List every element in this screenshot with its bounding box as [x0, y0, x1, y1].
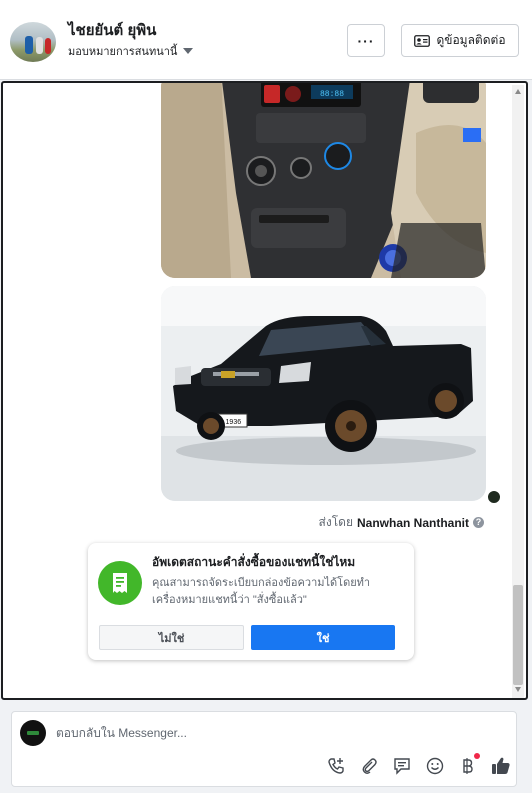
sender-avatar — [487, 490, 501, 504]
message-thread[interactable]: 88:88 ผท 1936 ส่งโดย Nanwhan Nanthanit ?… — [1, 81, 528, 700]
scroll-thumb[interactable] — [513, 585, 523, 685]
view-contact-button[interactable]: ดูข้อมูลติดต่อ — [401, 24, 519, 57]
pickup-truck-image: ผท 1936 — [161, 286, 486, 501]
scroll-down-arrow[interactable] — [515, 687, 521, 692]
info-icon[interactable]: ? — [473, 517, 484, 528]
contact-card-icon — [414, 34, 431, 47]
view-contact-label: ดูข้อมูลติดต่อ — [436, 33, 506, 47]
thread-scrollbar[interactable] — [512, 85, 524, 698]
baht-icon[interactable] — [458, 753, 480, 776]
page-avatar — [20, 720, 46, 746]
scroll-up-arrow[interactable] — [515, 89, 521, 94]
more-options-button[interactable]: ··· — [347, 24, 385, 57]
assign-conversation-dropdown[interactable]: มอบหมายการสนทนานี้ — [68, 42, 194, 60]
order-status-card: อัพเดตสถานะคำสั่งซื้อของแชทนี้ใช่ไหม คุณ… — [88, 543, 414, 660]
sent-by-line: ส่งโดย Nanwhan Nanthanit ? — [319, 513, 484, 532]
phone-add-icon[interactable] — [326, 756, 346, 776]
sender-name[interactable]: Nanwhan Nanthanit — [357, 516, 469, 530]
emoji-icon[interactable] — [425, 756, 445, 776]
notification-dot — [474, 753, 480, 759]
card-description: คุณสามารถจัดระเบียบกล่องข้อความได้โดยทำเ… — [152, 577, 371, 606]
svg-text:88:88: 88:88 — [320, 90, 344, 99]
sent-by-prefix: ส่งโดย — [318, 515, 353, 529]
thumbs-up-icon[interactable] — [491, 756, 511, 776]
car-interior-image: 88:88 — [161, 83, 486, 278]
reply-composer — [11, 711, 517, 787]
chevron-down-icon — [183, 48, 194, 54]
paperclip-icon[interactable] — [359, 756, 379, 776]
assign-label: มอบหมายการสนทนานี้ — [68, 46, 178, 58]
yes-button[interactable]: ใช่ — [251, 625, 395, 650]
user-avatar[interactable] — [10, 22, 56, 62]
composer-toolbar — [326, 753, 511, 776]
car-interior-photo[interactable]: 88:88 — [161, 83, 486, 278]
conversation-header: ไชยยันต์ ยุพิน มอบหมายการสนทนานี้ ··· ดู… — [0, 0, 532, 80]
reply-input[interactable] — [56, 726, 496, 740]
receipt-icon — [98, 561, 142, 605]
pickup-truck-photo[interactable]: ผท 1936 — [161, 286, 486, 501]
contact-name[interactable]: ไชยยันต์ ยุพิน — [68, 18, 156, 42]
more-icon: ··· — [357, 32, 375, 49]
saved-reply-icon[interactable] — [392, 756, 412, 776]
no-button[interactable]: ไม่ใช่ — [99, 625, 244, 650]
card-title: อัพเดตสถานะคำสั่งซื้อของแชทนี้ใช่ไหม — [152, 555, 356, 569]
